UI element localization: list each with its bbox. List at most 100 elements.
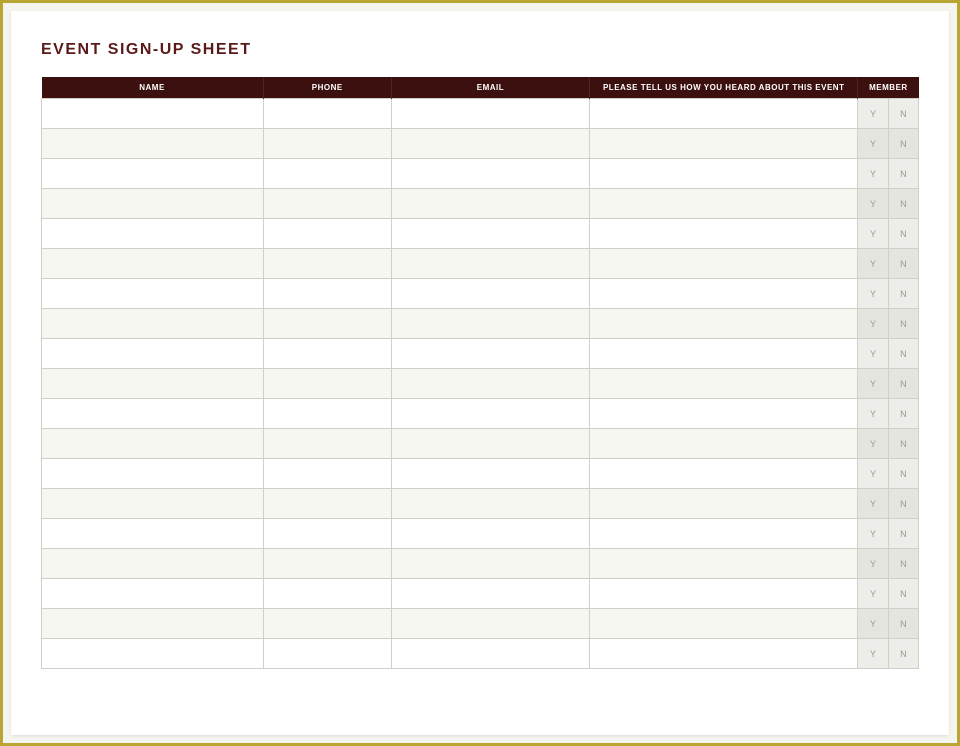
cell-member-no[interactable]: N [888, 309, 918, 339]
cell-name[interactable] [42, 369, 264, 399]
cell-member-yes[interactable]: Y [858, 399, 888, 429]
cell-phone[interactable] [263, 639, 391, 669]
cell-email[interactable] [391, 519, 589, 549]
cell-name[interactable] [42, 189, 264, 219]
cell-email[interactable] [391, 369, 589, 399]
cell-email[interactable] [391, 99, 589, 129]
cell-phone[interactable] [263, 129, 391, 159]
cell-heard[interactable] [590, 639, 858, 669]
cell-phone[interactable] [263, 249, 391, 279]
cell-name[interactable] [42, 249, 264, 279]
cell-member-no[interactable]: N [888, 459, 918, 489]
cell-email[interactable] [391, 579, 589, 609]
cell-phone[interactable] [263, 279, 391, 309]
cell-heard[interactable] [590, 519, 858, 549]
cell-name[interactable] [42, 99, 264, 129]
cell-member-yes[interactable]: Y [858, 129, 888, 159]
cell-member-no[interactable]: N [888, 339, 918, 369]
cell-member-no[interactable]: N [888, 549, 918, 579]
cell-email[interactable] [391, 309, 589, 339]
cell-member-yes[interactable]: Y [858, 159, 888, 189]
cell-phone[interactable] [263, 399, 391, 429]
cell-heard[interactable] [590, 579, 858, 609]
cell-member-no[interactable]: N [888, 579, 918, 609]
cell-heard[interactable] [590, 309, 858, 339]
cell-phone[interactable] [263, 579, 391, 609]
cell-phone[interactable] [263, 339, 391, 369]
cell-email[interactable] [391, 549, 589, 579]
cell-member-no[interactable]: N [888, 189, 918, 219]
cell-name[interactable] [42, 309, 264, 339]
cell-member-no[interactable]: N [888, 279, 918, 309]
cell-email[interactable] [391, 459, 589, 489]
cell-member-yes[interactable]: Y [858, 519, 888, 549]
cell-phone[interactable] [263, 519, 391, 549]
cell-email[interactable] [391, 159, 589, 189]
cell-phone[interactable] [263, 429, 391, 459]
cell-name[interactable] [42, 279, 264, 309]
cell-name[interactable] [42, 429, 264, 459]
cell-phone[interactable] [263, 489, 391, 519]
cell-name[interactable] [42, 399, 264, 429]
cell-heard[interactable] [590, 489, 858, 519]
cell-member-yes[interactable]: Y [858, 639, 888, 669]
cell-heard[interactable] [590, 429, 858, 459]
cell-member-yes[interactable]: Y [858, 279, 888, 309]
cell-phone[interactable] [263, 159, 391, 189]
cell-email[interactable] [391, 249, 589, 279]
cell-heard[interactable] [590, 459, 858, 489]
cell-name[interactable] [42, 519, 264, 549]
cell-member-yes[interactable]: Y [858, 339, 888, 369]
cell-heard[interactable] [590, 99, 858, 129]
cell-email[interactable] [391, 489, 589, 519]
cell-member-yes[interactable]: Y [858, 549, 888, 579]
cell-heard[interactable] [590, 609, 858, 639]
cell-member-yes[interactable]: Y [858, 369, 888, 399]
cell-member-no[interactable]: N [888, 99, 918, 129]
cell-member-no[interactable]: N [888, 249, 918, 279]
cell-heard[interactable] [590, 399, 858, 429]
cell-member-yes[interactable]: Y [858, 609, 888, 639]
cell-heard[interactable] [590, 339, 858, 369]
cell-email[interactable] [391, 339, 589, 369]
cell-member-no[interactable]: N [888, 639, 918, 669]
cell-heard[interactable] [590, 129, 858, 159]
cell-member-yes[interactable]: Y [858, 249, 888, 279]
cell-email[interactable] [391, 129, 589, 159]
cell-member-yes[interactable]: Y [858, 429, 888, 459]
cell-member-yes[interactable]: Y [858, 459, 888, 489]
cell-member-no[interactable]: N [888, 609, 918, 639]
cell-name[interactable] [42, 489, 264, 519]
cell-email[interactable] [391, 609, 589, 639]
cell-member-yes[interactable]: Y [858, 99, 888, 129]
cell-member-no[interactable]: N [888, 129, 918, 159]
cell-email[interactable] [391, 189, 589, 219]
cell-phone[interactable] [263, 99, 391, 129]
cell-member-yes[interactable]: Y [858, 579, 888, 609]
cell-email[interactable] [391, 219, 589, 249]
cell-member-yes[interactable]: Y [858, 189, 888, 219]
cell-member-no[interactable]: N [888, 489, 918, 519]
cell-heard[interactable] [590, 279, 858, 309]
cell-phone[interactable] [263, 459, 391, 489]
cell-heard[interactable] [590, 189, 858, 219]
cell-member-no[interactable]: N [888, 399, 918, 429]
cell-member-yes[interactable]: Y [858, 489, 888, 519]
cell-name[interactable] [42, 609, 264, 639]
cell-email[interactable] [391, 639, 589, 669]
cell-name[interactable] [42, 549, 264, 579]
cell-phone[interactable] [263, 189, 391, 219]
cell-name[interactable] [42, 129, 264, 159]
cell-email[interactable] [391, 279, 589, 309]
cell-member-no[interactable]: N [888, 519, 918, 549]
cell-phone[interactable] [263, 309, 391, 339]
cell-name[interactable] [42, 639, 264, 669]
cell-heard[interactable] [590, 249, 858, 279]
cell-heard[interactable] [590, 159, 858, 189]
cell-member-no[interactable]: N [888, 219, 918, 249]
cell-member-yes[interactable]: Y [858, 309, 888, 339]
cell-member-yes[interactable]: Y [858, 219, 888, 249]
cell-name[interactable] [42, 579, 264, 609]
cell-member-no[interactable]: N [888, 159, 918, 189]
cell-name[interactable] [42, 219, 264, 249]
